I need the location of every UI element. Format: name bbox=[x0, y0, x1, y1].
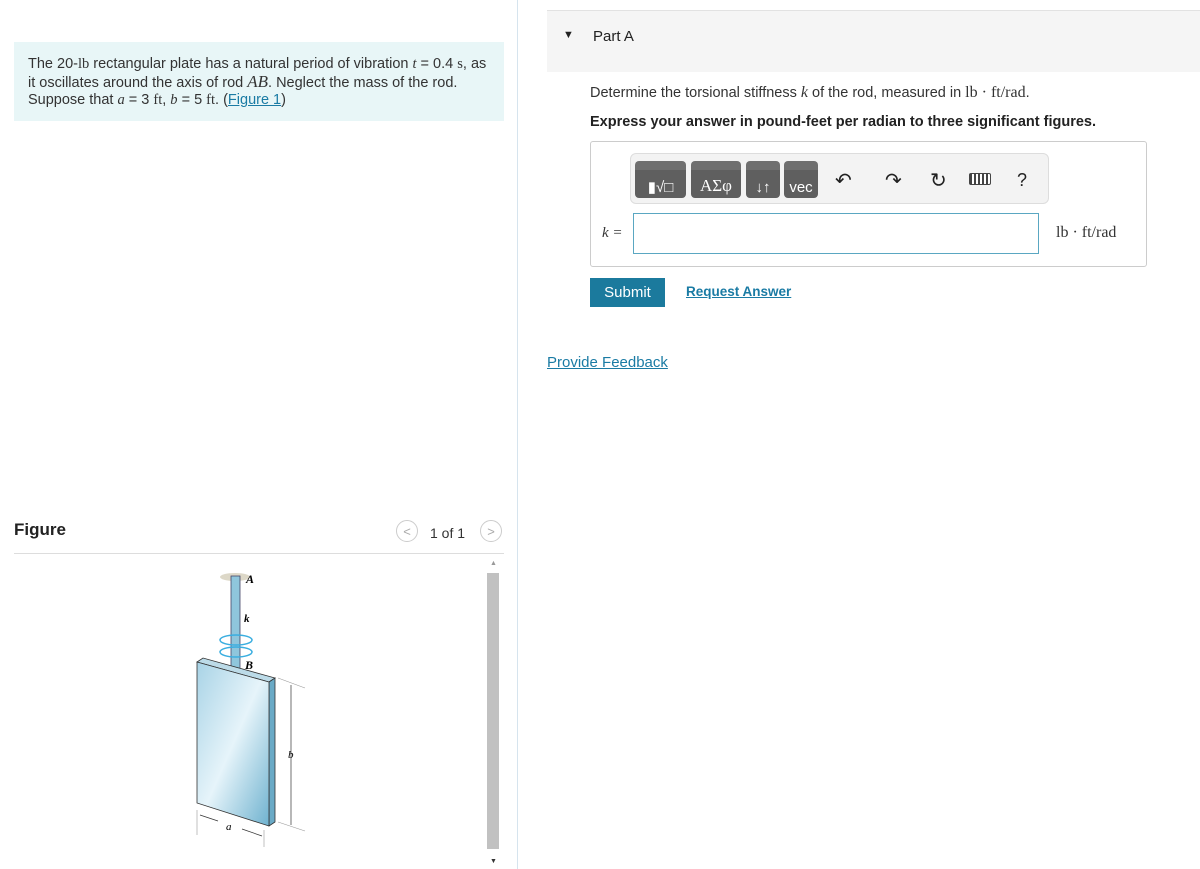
text: of the rod, measured in bbox=[808, 85, 966, 101]
math: ft bbox=[153, 92, 163, 108]
figure-title: Figure bbox=[14, 520, 66, 539]
label-b: b bbox=[288, 749, 294, 761]
greek-button[interactable]: ΑΣφ bbox=[691, 161, 741, 198]
label-B: B bbox=[244, 658, 253, 672]
answer-unit: lb · ft/rad bbox=[1056, 224, 1117, 241]
keyboard-icon[interactable] bbox=[969, 173, 991, 185]
submit-button[interactable]: Submit bbox=[590, 278, 665, 307]
divider bbox=[14, 553, 504, 554]
instruction: Express your answer in pound-feet per ra… bbox=[590, 114, 1096, 130]
prev-figure-button[interactable]: < bbox=[396, 520, 418, 542]
math: lb bbox=[77, 56, 90, 72]
figure-link[interactable]: Figure 1 bbox=[228, 92, 281, 108]
problem-statement: The 20-lb rectangular plate has a natura… bbox=[14, 42, 504, 121]
templates-button[interactable]: ▮√□ bbox=[635, 161, 686, 198]
text: . ( bbox=[215, 92, 228, 108]
question: Determine the torsional stiffness k of t… bbox=[590, 84, 1030, 102]
redo-icon[interactable]: ↷ bbox=[885, 168, 902, 193]
answer-input[interactable] bbox=[633, 213, 1039, 254]
math: AB bbox=[247, 72, 269, 91]
label-a: a bbox=[226, 821, 232, 833]
figure-pager: 1 of 1 bbox=[430, 525, 466, 541]
plate-face bbox=[196, 661, 270, 827]
text: ) bbox=[281, 92, 286, 108]
figure-image: A k B b a bbox=[196, 572, 306, 847]
text: rectangular plate has a natural period o… bbox=[89, 56, 413, 72]
math: ft bbox=[206, 92, 216, 108]
next-figure-button[interactable]: > bbox=[480, 520, 502, 542]
vec-button[interactable]: vec bbox=[784, 161, 818, 198]
provide-feedback-link[interactable]: Provide Feedback bbox=[547, 354, 668, 371]
text: = 5 bbox=[177, 92, 207, 108]
text: = 0.4 bbox=[416, 56, 458, 72]
math: a bbox=[117, 92, 125, 108]
math-toolbar: ▮√□ ΑΣφ ↓↑ vec ↶ ↷ ↻ ? bbox=[630, 153, 1049, 204]
part-title: Part A bbox=[593, 28, 634, 45]
label-k: k bbox=[244, 613, 250, 625]
text: Determine the torsional stiffness bbox=[590, 85, 801, 101]
answer-label: k = bbox=[602, 225, 623, 241]
help-button[interactable]: ? bbox=[1017, 170, 1027, 191]
text: . bbox=[1025, 85, 1030, 101]
plate-side bbox=[268, 677, 276, 827]
reset-icon[interactable]: ↻ bbox=[930, 168, 947, 193]
undo-icon[interactable]: ↶ bbox=[835, 168, 852, 193]
request-answer-link[interactable]: Request Answer bbox=[686, 284, 791, 299]
math: b bbox=[170, 92, 178, 108]
divider bbox=[517, 0, 518, 869]
math: lb · ft/rad bbox=[965, 84, 1026, 101]
part-a-header[interactable]: ▼ Part A bbox=[547, 10, 1200, 72]
arrows-button[interactable]: ↓↑ bbox=[746, 161, 780, 198]
collapse-triangle-icon[interactable]: ▼ bbox=[563, 29, 574, 41]
math: k bbox=[800, 84, 808, 101]
figure-scrollbar[interactable]: ▲ ▼ bbox=[487, 560, 499, 865]
text: The 20- bbox=[28, 56, 78, 72]
label-A: A bbox=[245, 572, 254, 586]
text: = 3 bbox=[124, 92, 154, 108]
